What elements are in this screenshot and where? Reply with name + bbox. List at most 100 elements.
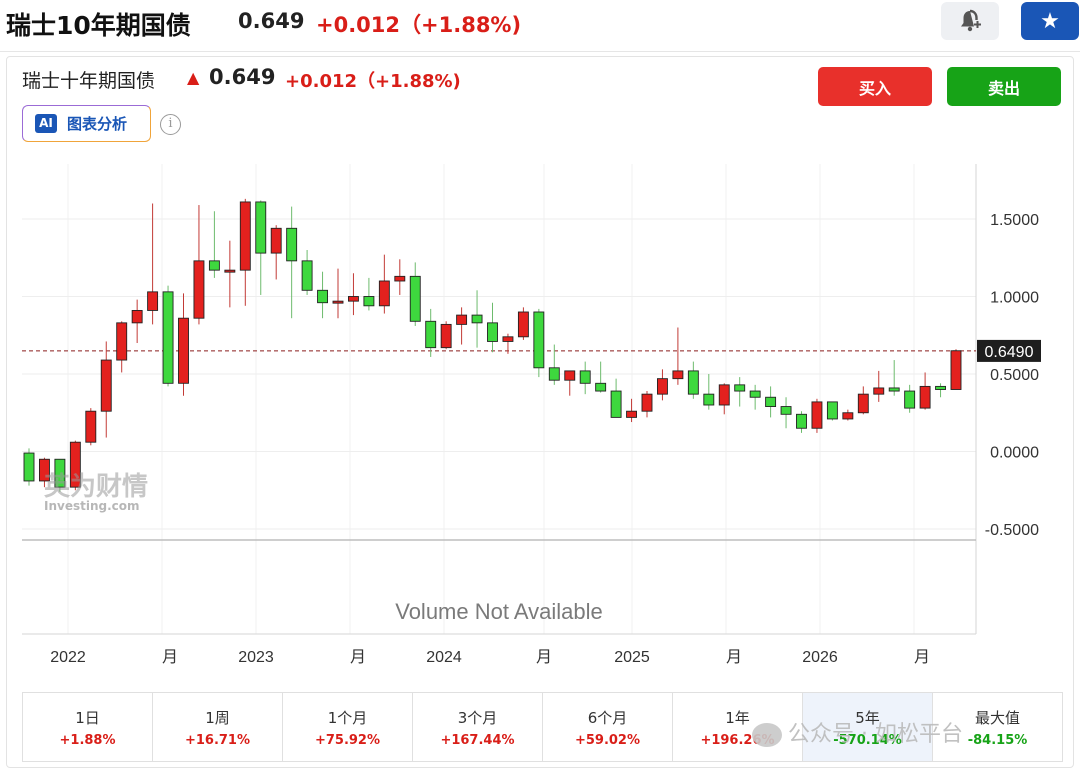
candle: [456, 307, 468, 345]
candle-body: [687, 370, 699, 395]
range-tab[interactable]: 1周 +16.71%: [153, 693, 283, 761]
candle-body: [332, 300, 344, 304]
candle-body: [888, 387, 900, 392]
x-tick-label: 月: [162, 649, 178, 666]
candle: [270, 225, 282, 280]
candle-body: [425, 320, 437, 349]
candle-body: [517, 311, 529, 338]
candle-body: [85, 410, 97, 443]
candle: [378, 254, 390, 314]
info-icon[interactable]: i: [160, 114, 181, 135]
watermark-investing: Investing.com: [44, 499, 140, 513]
candle-body: [703, 393, 715, 406]
candle-body: [749, 390, 761, 398]
candle: [409, 262, 421, 326]
y-tick-label: 1.0000: [990, 290, 1039, 307]
candle: [672, 327, 684, 385]
candle-body: [672, 370, 684, 380]
range-tab-value: +167.44%: [440, 732, 515, 748]
range-tab[interactable]: 1日 +1.88%: [23, 693, 153, 761]
bell-plus-icon: [961, 9, 981, 32]
range-tab-label: 1日: [75, 708, 100, 727]
candle: [718, 383, 730, 415]
candle-body: [595, 382, 607, 392]
candle: [131, 299, 143, 343]
candle: [904, 384, 916, 413]
star-icon: ★: [1040, 8, 1060, 34]
candle: [749, 384, 761, 410]
header-change: +0.012（+1.88%): [316, 13, 522, 37]
candle-body: [317, 289, 328, 304]
candle: [255, 200, 267, 295]
candle-body: [718, 384, 730, 406]
candle-body: [502, 336, 514, 342]
candle: [564, 370, 576, 396]
candle: [502, 333, 514, 354]
watchlist-star-button[interactable]: ★: [1021, 2, 1079, 40]
candle: [595, 361, 607, 393]
candle-body: [301, 260, 313, 291]
candle-body: [564, 370, 576, 381]
instrument-change: +0.012（+1.88%): [285, 71, 461, 92]
x-tick-label: 2026: [802, 649, 838, 666]
range-tab[interactable]: 1个月 +75.92%: [283, 693, 413, 761]
sell-button[interactable]: 卖出: [947, 67, 1061, 106]
y-tick-label: -0.5000: [985, 522, 1039, 539]
x-tick-label: 2022: [50, 649, 86, 666]
candle-body: [935, 385, 946, 390]
candle-body: [657, 378, 668, 395]
range-tab[interactable]: 6个月 +59.02%: [543, 693, 673, 761]
candle: [224, 240, 236, 308]
range-tab[interactable]: 3个月 +167.44%: [413, 693, 543, 761]
candle-body: [363, 296, 375, 307]
candlestick-chart[interactable]: 1.5000 1.0000 0.5000 0.0000 -0.5000 0.6490 20…: [0, 150, 1080, 680]
x-tick-label: 2023: [238, 649, 274, 666]
candle: [487, 302, 498, 353]
candle-body: [255, 201, 267, 254]
candle-body: [533, 311, 545, 369]
x-axis: 2022 月 2023 月 2024 月 2025 月 2026 月: [50, 649, 930, 666]
candle-body: [100, 359, 112, 412]
candle-body: [842, 412, 854, 420]
x-tick-label: 月: [914, 649, 930, 666]
candle-body: [270, 227, 282, 254]
candle: [641, 391, 653, 418]
candle-body: [471, 314, 483, 324]
candle: [208, 211, 220, 278]
ai-icon: AI: [35, 114, 57, 133]
candle-body: [116, 322, 128, 361]
ai-chart-analysis-button[interactable]: AI 图表分析: [22, 105, 151, 142]
candle: [888, 360, 900, 396]
range-tab-value: +1.88%: [59, 732, 116, 748]
candle-body: [765, 396, 777, 408]
candle-body: [641, 393, 653, 412]
ai-analysis-label: 图表分析: [67, 115, 128, 133]
candle-body: [857, 393, 869, 414]
y-tick-label: 0.0000: [990, 445, 1039, 462]
candle-body: [224, 269, 236, 273]
x-tick-label: 月: [536, 649, 552, 666]
candle-body: [873, 387, 885, 395]
candle-body: [394, 275, 406, 282]
y-axis: 1.5000 1.0000 0.5000 0.0000 -0.5000 0.6490: [977, 212, 1041, 539]
range-tab-label: 1个月: [327, 708, 368, 727]
range-tab-value: +16.71%: [184, 732, 251, 748]
candle: [873, 370, 885, 402]
range-tab-label: 3个月: [457, 708, 498, 727]
candle-body: [579, 370, 591, 384]
candle: [734, 377, 746, 407]
wechat-watermark-text: 公众号 · 如松平台: [788, 722, 963, 747]
candle: [147, 203, 159, 325]
add-alert-button[interactable]: [941, 2, 999, 40]
top-bar: 瑞士10年期国债 0.649 +0.012（+1.88%) ★: [0, 0, 1080, 52]
investing-watermark: 英为财情 Investing.com: [44, 472, 148, 513]
candle-body: [919, 385, 931, 409]
candle-body: [440, 323, 452, 349]
range-tab-value: +75.92%: [314, 732, 381, 748]
instrument-name: 瑞士十年期国债: [22, 70, 156, 92]
candle: [842, 409, 854, 421]
buy-button[interactable]: 买入: [818, 67, 932, 106]
wechat-watermark: 公众号 · 如松平台: [752, 716, 963, 748]
candle-body: [456, 314, 468, 325]
candle-body: [626, 410, 637, 418]
